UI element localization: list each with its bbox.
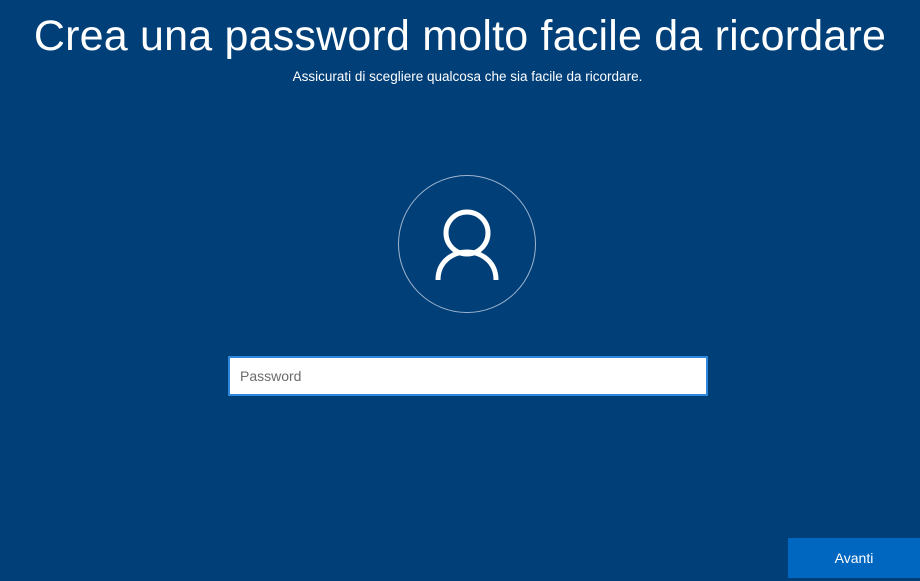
avatar [398,175,536,313]
page-subtitle: Assicurati di scegliere qualcosa che sia… [292,69,643,84]
next-button[interactable]: Avanti [788,538,920,578]
user-icon [435,209,499,281]
password-input[interactable] [228,356,708,396]
setup-screen: Crea una password molto facile da ricord… [0,0,920,581]
page-title: Crea una password molto facile da ricord… [33,12,887,60]
